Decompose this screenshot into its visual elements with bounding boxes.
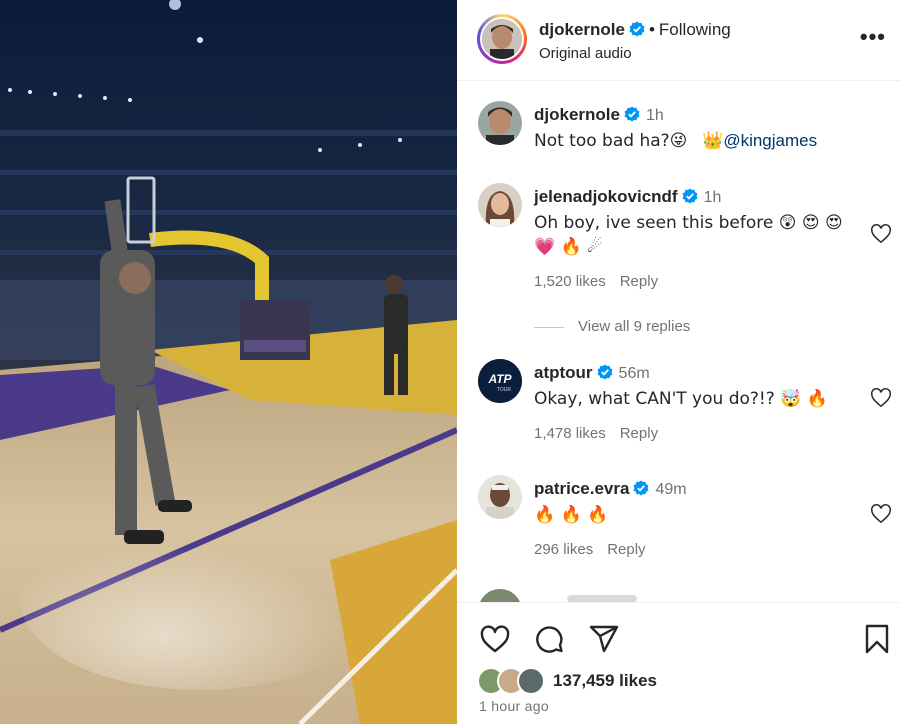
- comment-item: ATP TOUR atptour 56m Okay, what CAN'T you…: [457, 357, 900, 457]
- reply-button[interactable]: Reply: [620, 273, 658, 290]
- author-username[interactable]: djokernole: [539, 20, 625, 39]
- verified-badge-icon: [629, 21, 645, 37]
- more-options-button[interactable]: •••: [860, 26, 886, 48]
- commenter-avatar[interactable]: [478, 589, 522, 602]
- post-actions: 137,459 likes 1 hour ago: [457, 602, 900, 724]
- crown-emoji: 👑: [702, 131, 724, 151]
- liker-avatar: [517, 667, 545, 695]
- comment-item: patrice.evra 49m 🔥 🔥 🔥 296 likes Reply: [457, 473, 900, 573]
- player-avatar-icon: [482, 19, 522, 59]
- separator-dot: •: [648, 20, 655, 39]
- basketball-court-scene: [0, 0, 457, 724]
- comment-text: 🔥 🔥 🔥: [534, 505, 609, 525]
- partial-username: [567, 595, 637, 602]
- atp-logo-icon: ATP TOUR: [478, 359, 522, 403]
- commenter-avatar[interactable]: ATP TOUR: [478, 359, 522, 403]
- atp-logo-text: ATP: [487, 372, 512, 386]
- verified-badge-icon: [633, 480, 649, 496]
- reply-button[interactable]: Reply: [620, 425, 658, 442]
- player-avatar-icon: [478, 101, 522, 145]
- comment-item-partial: [457, 589, 900, 602]
- comment-time[interactable]: 1h: [704, 189, 722, 206]
- man-avatar-icon: [478, 475, 522, 519]
- post-header: djokernole • Following Original audio •••: [457, 0, 900, 80]
- like-comment-heart-icon[interactable]: [870, 223, 892, 245]
- comment-likes[interactable]: 1,520 likes: [534, 273, 606, 290]
- comment-meta: 1,478 likes Reply: [534, 425, 672, 442]
- author-avatar[interactable]: [477, 14, 527, 64]
- replies-divider: [534, 326, 564, 328]
- reply-button[interactable]: Reply: [607, 541, 645, 558]
- comment-icon[interactable]: [533, 623, 565, 655]
- comment-time[interactable]: 1h: [646, 107, 664, 124]
- comment-time[interactable]: 49m: [655, 481, 686, 498]
- comment-text: Okay, what CAN'T you do?!? 🤯 🔥: [534, 389, 828, 409]
- caption-comment: djokernole 1h Not too bad ha?😜 👑@kingjame…: [457, 101, 900, 171]
- post-time[interactable]: 1 hour ago: [479, 698, 549, 714]
- post-video[interactable]: [0, 0, 457, 724]
- comment-header: jelenadjokovicndf 1h: [534, 187, 721, 207]
- comment-meta: 1,520 likes Reply: [534, 273, 672, 290]
- comment-text: Not too bad ha?😜: [534, 131, 688, 151]
- comment-likes[interactable]: 296 likes: [534, 541, 593, 558]
- commenter-avatar[interactable]: [478, 475, 522, 519]
- like-comment-heart-icon[interactable]: [870, 503, 892, 525]
- heart-icon[interactable]: [479, 623, 511, 655]
- comment-text-line2: 💗 🔥 ☄: [534, 237, 603, 257]
- verified-badge-icon: [624, 106, 640, 122]
- like-comment-heart-icon[interactable]: [870, 387, 892, 409]
- verified-badge-icon: [597, 364, 613, 380]
- mention-link[interactable]: @kingjames: [723, 131, 817, 150]
- bookmark-icon[interactable]: [861, 623, 893, 655]
- commenter-avatar[interactable]: [478, 183, 522, 227]
- atp-logo-subtext: TOUR: [497, 387, 511, 393]
- view-replies-label: View all 9 replies: [578, 318, 691, 335]
- comment-username[interactable]: jelenadjokovicndf: [534, 187, 678, 206]
- comment-item: jelenadjokovicndf 1h Oh boy, ive seen thi…: [457, 181, 900, 335]
- following-button[interactable]: Following: [659, 20, 731, 39]
- comment-header: patrice.evra 49m: [534, 479, 687, 499]
- view-replies-button[interactable]: View all 9 replies: [534, 318, 690, 335]
- likes-summary: 137,459 likes: [477, 667, 877, 697]
- likes-count[interactable]: 137,459 likes: [553, 671, 657, 691]
- comment-meta: 296 likes Reply: [534, 541, 660, 558]
- comment-username[interactable]: patrice.evra: [534, 479, 629, 498]
- verified-badge-icon: [682, 188, 698, 204]
- commenter-avatar[interactable]: [478, 101, 522, 145]
- post-sidebar: djokernole • Following Original audio ••• …: [457, 0, 900, 724]
- comment-text-line: Not too bad ha?😜 👑@kingjames: [534, 131, 817, 151]
- share-icon[interactable]: [588, 623, 620, 655]
- comment-header: atptour 56m: [534, 363, 650, 383]
- comment-header: djokernole 1h: [534, 105, 664, 125]
- audio-link[interactable]: Original audio: [539, 45, 632, 62]
- comment-time[interactable]: 56m: [619, 365, 650, 382]
- comments-list[interactable]: djokernole 1h Not too bad ha?😜 👑@kingjame…: [457, 80, 900, 602]
- comment-username[interactable]: atptour: [534, 363, 593, 382]
- woman-avatar-icon: [478, 183, 522, 227]
- comment-username[interactable]: djokernole: [534, 105, 620, 124]
- author-line: djokernole • Following: [539, 20, 731, 40]
- comment-text: Oh boy, ive seen this before 😲 😍 😍: [534, 213, 843, 233]
- comment-likes[interactable]: 1,478 likes: [534, 425, 606, 442]
